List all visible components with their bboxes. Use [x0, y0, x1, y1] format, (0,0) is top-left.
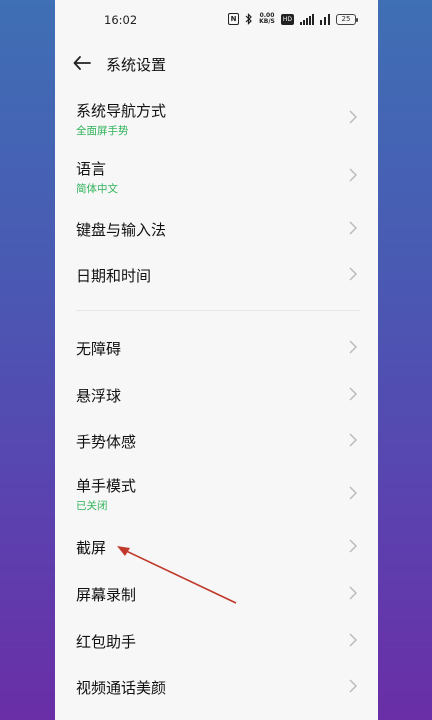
setting-row-accessibility[interactable]: 无障碍 [55, 327, 378, 367]
signal-icon [300, 13, 314, 25]
network-speed: 0.00 KB/S [259, 13, 275, 25]
row-sublabel: 简体中文 [76, 183, 118, 195]
chevron-right-icon [349, 221, 357, 235]
chevron-right-icon [349, 433, 357, 447]
chevron-right-icon [349, 110, 357, 124]
chevron-right-icon [349, 387, 357, 401]
row-label: 截屏 [76, 539, 107, 557]
battery-icon: 25 [336, 13, 358, 25]
row-label: 系统导航方式 [76, 102, 167, 120]
setting-row-gestures[interactable]: 手势体感 [55, 420, 378, 460]
header: 系统设置 [55, 46, 378, 80]
section-divider [76, 310, 360, 311]
row-label: 日期和时间 [76, 267, 152, 285]
row-sublabel: 全面屏手势 [76, 125, 129, 137]
chevron-right-icon [349, 539, 357, 553]
setting-row-red-packet-assistant[interactable]: 红包助手 [55, 620, 378, 660]
speed-unit: KB/S [259, 18, 275, 25]
row-label: 无障碍 [76, 340, 122, 358]
status-time: 16:02 [104, 13, 138, 27]
chevron-right-icon [349, 633, 357, 647]
chevron-right-icon [349, 679, 357, 693]
phone-screen: 16:02 N 0.00 KB/S HD 25 系统设置 系统导航方式 全面屏手… [55, 0, 378, 720]
bluetooth-icon [245, 13, 253, 25]
hd-badge: HD [280, 13, 294, 25]
row-label: 视频通话美颜 [76, 679, 167, 697]
chevron-right-icon [349, 340, 357, 354]
status-bar: 16:02 N 0.00 KB/S HD 25 [55, 0, 378, 38]
chevron-right-icon [349, 586, 357, 600]
page-title: 系统设置 [106, 56, 167, 74]
row-sublabel: 已关闭 [76, 500, 108, 512]
setting-row-video-call-beauty[interactable]: 视频通话美颜 [55, 666, 378, 706]
row-label: 悬浮球 [76, 387, 122, 405]
nfc-icon: N [228, 13, 240, 25]
setting-row-floating-ball[interactable]: 悬浮球 [55, 374, 378, 414]
row-label: 红包助手 [76, 633, 137, 651]
setting-row-one-hand-mode[interactable]: 单手模式 已关闭 [55, 468, 378, 520]
row-label: 手势体感 [76, 433, 137, 451]
setting-row-date-time[interactable]: 日期和时间 [55, 254, 378, 294]
chevron-right-icon [349, 267, 357, 281]
setting-row-keyboard-input[interactable]: 键盘与输入法 [55, 208, 378, 248]
row-label: 语言 [76, 160, 107, 178]
chevron-right-icon [349, 486, 357, 500]
setting-row-screenshot[interactable]: 截屏 [55, 526, 378, 566]
signal-icon-2 [320, 13, 330, 25]
setting-row-navigation-mode[interactable]: 系统导航方式 全面屏手势 [55, 92, 378, 144]
status-icons: N 0.00 KB/S HD 25 [228, 12, 358, 26]
chevron-right-icon [349, 168, 357, 182]
setting-row-language[interactable]: 语言 简体中文 [55, 150, 378, 202]
setting-row-screen-recording[interactable]: 屏幕录制 [55, 573, 378, 613]
row-label: 单手模式 [76, 477, 137, 495]
row-label: 键盘与输入法 [76, 221, 167, 239]
back-arrow-icon [73, 56, 91, 70]
row-label: 屏幕录制 [76, 586, 137, 604]
back-button[interactable] [71, 52, 93, 74]
